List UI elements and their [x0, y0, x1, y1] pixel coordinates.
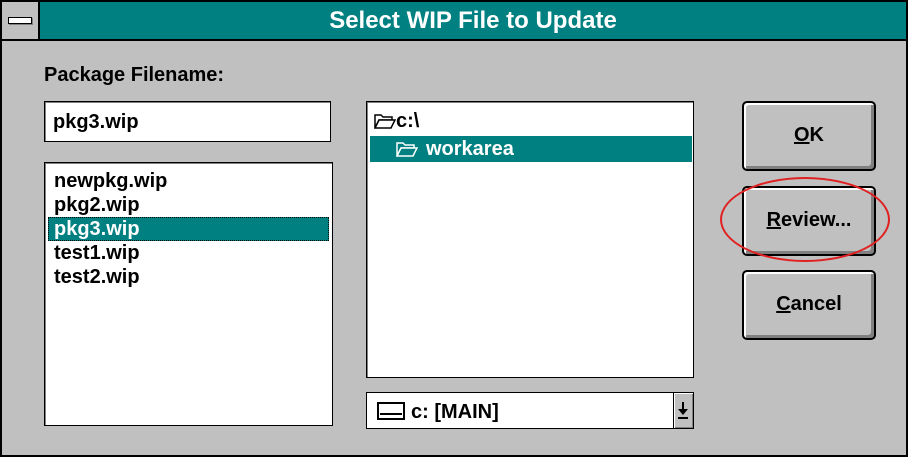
title-bar: Select WIP File to Update [2, 2, 906, 41]
review-label-rest: eview... [781, 209, 852, 231]
window-title: Select WIP File to Update [329, 7, 617, 34]
select-wip-dialog: Select WIP File to Update Package Filena… [0, 0, 908, 457]
arrow-down-icon [678, 402, 688, 419]
package-filename-value: pkg3.wip [53, 111, 139, 133]
file-list-item[interactable]: newpkg.wip [48, 169, 329, 193]
system-menu-icon [8, 17, 32, 24]
drive-icon [377, 402, 405, 420]
file-list-item[interactable]: test1.wip [48, 241, 329, 265]
cancel-mnemonic: C [776, 293, 791, 315]
cancel-button[interactable]: Cancel [742, 270, 876, 340]
ok-mnemonic: O [793, 124, 810, 146]
drive-value: c: [MAIN] [411, 401, 499, 423]
drive-dropdown-button[interactable] [673, 393, 693, 428]
open-folder-icon [374, 114, 396, 129]
directory-item-selected[interactable]: workarea [370, 136, 692, 162]
review-mnemonic: R [766, 209, 782, 231]
ok-label-rest: K [809, 124, 824, 146]
drive-select[interactable]: c: [MAIN] [366, 392, 694, 429]
directory-list[interactable]: c:\ workarea [366, 101, 694, 378]
file-list-item[interactable]: test2.wip [48, 265, 329, 289]
ok-button[interactable]: OK [742, 101, 876, 171]
cancel-label-rest: ancel [790, 293, 842, 315]
system-menu-button[interactable] [2, 2, 40, 39]
directory-item-root[interactable]: c:\ [370, 108, 570, 134]
directory-item-label: c:\ [396, 110, 420, 132]
package-filename-label: Package Filename: [44, 64, 225, 86]
file-list[interactable]: newpkg.wip pkg2.wip pkg3.wip test1.wip t… [44, 162, 333, 426]
package-filename-input[interactable]: pkg3.wip [44, 101, 331, 142]
file-list-item-selected[interactable]: pkg3.wip [48, 217, 329, 241]
open-folder-icon [396, 142, 418, 157]
directory-item-label: workarea [426, 138, 514, 160]
review-button[interactable]: Review... [742, 186, 876, 256]
file-list-item[interactable]: pkg2.wip [48, 193, 329, 217]
